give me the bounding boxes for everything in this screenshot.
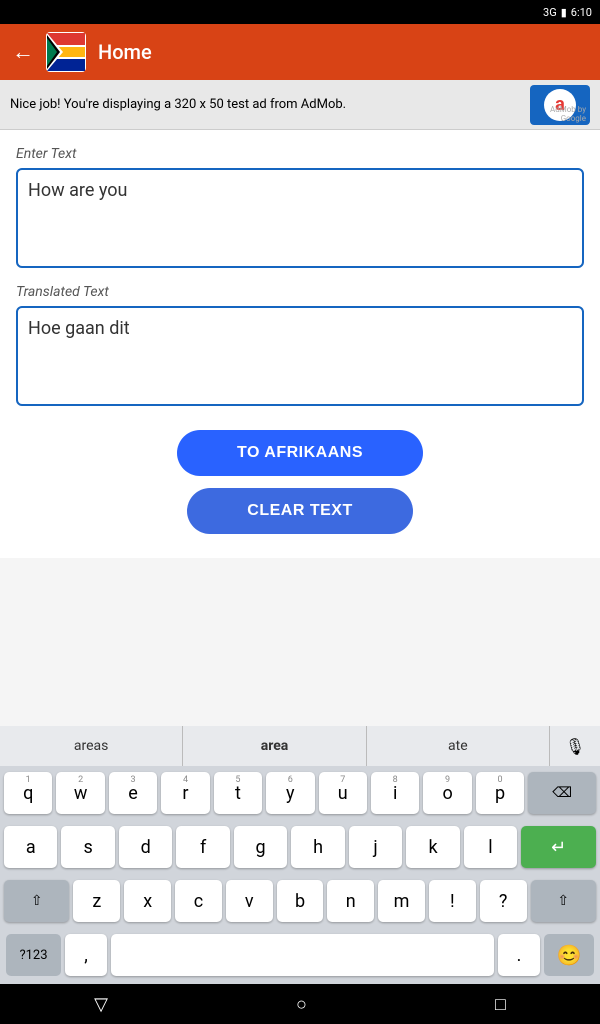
period-key[interactable]: . — [498, 934, 540, 976]
keyboard: areas area ate 🎙 1q 2w 3e 4r 5t 6y 7u 8i… — [0, 726, 600, 984]
flag-icon — [46, 32, 86, 72]
emoji-key[interactable]: 😊 — [544, 934, 594, 976]
backspace-key[interactable]: ⌫ — [528, 772, 596, 814]
translate-button[interactable]: TO AFRIKAANS — [177, 430, 423, 476]
bottom-nav: ▽ ○ □ — [0, 984, 600, 1024]
key-f[interactable]: f — [176, 826, 229, 868]
ad-title-text: Nice job! You're displaying a 320 x 50 t… — [10, 97, 530, 112]
ad-by-google: AdMob by Google — [530, 105, 586, 123]
page-title: Home — [98, 40, 152, 64]
nav-recent-icon[interactable]: □ — [495, 994, 506, 1015]
key-r[interactable]: 4r — [161, 772, 209, 814]
key-e[interactable]: 3e — [109, 772, 157, 814]
input-text-box[interactable]: How are you — [16, 168, 584, 268]
key-s[interactable]: s — [61, 826, 114, 868]
key-g[interactable]: g — [234, 826, 287, 868]
status-bar: 3G ▮ 6:10 — [0, 0, 600, 24]
key-o[interactable]: 9o — [423, 772, 471, 814]
key-n[interactable]: n — [327, 880, 374, 922]
signal-indicator: 3G — [543, 6, 557, 19]
ad-logo: a AdMob by Google — [530, 85, 590, 125]
mic-icon[interactable]: 🎙 — [550, 737, 600, 756]
key-u[interactable]: 7u — [319, 772, 367, 814]
translated-text-label: Translated Text — [16, 284, 584, 300]
key-z[interactable]: z — [73, 880, 120, 922]
key-q[interactable]: 1q — [4, 772, 52, 814]
ad-text: Nice job! You're displaying a 320 x 50 t… — [10, 97, 530, 112]
key-k[interactable]: k — [406, 826, 459, 868]
suggestion-ate[interactable]: ate — [367, 726, 550, 766]
key-p[interactable]: 0p — [476, 772, 524, 814]
key-m[interactable]: m — [378, 880, 425, 922]
key-y[interactable]: 6y — [266, 772, 314, 814]
key-exclamation[interactable]: ! — [429, 880, 476, 922]
key-t[interactable]: 5t — [214, 772, 262, 814]
space-row: ?123 , . 😊 — [0, 928, 600, 984]
key-j[interactable]: j — [349, 826, 402, 868]
key-h[interactable]: h — [291, 826, 344, 868]
key-question[interactable]: ? — [480, 880, 527, 922]
key-v[interactable]: v — [226, 880, 273, 922]
time-display: 6:10 — [571, 6, 592, 19]
enter-text-label: Enter Text — [16, 146, 584, 162]
battery-icon: ▮ — [561, 6, 567, 19]
middle-row: a s d f g h j k l ↵ — [0, 820, 600, 874]
key-i[interactable]: 8i — [371, 772, 419, 814]
key-w[interactable]: 2w — [56, 772, 104, 814]
nav-home-icon[interactable]: ○ — [296, 994, 307, 1015]
bottom-letter-row: ⇧ z x c v b n m ! ? ⇧ — [0, 874, 600, 928]
suggestion-areas[interactable]: areas — [0, 726, 183, 766]
main-content: Enter Text How are you Translated Text H… — [0, 130, 600, 558]
nav-back-icon[interactable]: ▽ — [94, 994, 108, 1015]
shift-key-left[interactable]: ⇧ — [4, 880, 69, 922]
comma-key[interactable]: , — [65, 934, 107, 976]
key-a[interactable]: a — [4, 826, 57, 868]
key-x[interactable]: x — [124, 880, 171, 922]
action-buttons: TO AFRIKAANS CLEAR TEXT — [16, 422, 584, 542]
clear-text-button[interactable]: CLEAR TEXT — [187, 488, 412, 534]
ad-banner: Nice job! You're displaying a 320 x 50 t… — [0, 80, 600, 130]
translated-text-box: Hoe gaan dit — [16, 306, 584, 406]
shift-key-right[interactable]: ⇧ — [531, 880, 596, 922]
key-c[interactable]: c — [175, 880, 222, 922]
number-row: 1q 2w 3e 4r 5t 6y 7u 8i 9o 0p ⌫ — [0, 766, 600, 820]
key-d[interactable]: d — [119, 826, 172, 868]
return-key[interactable]: ↵ — [521, 826, 596, 868]
back-button[interactable]: ← — [12, 39, 34, 65]
suggestions-row: areas area ate 🎙 — [0, 726, 600, 766]
top-bar: ← Home — [0, 24, 600, 80]
key-l[interactable]: l — [464, 826, 517, 868]
symbols-key[interactable]: ?123 — [6, 934, 61, 976]
suggestion-area[interactable]: area — [183, 726, 366, 766]
space-key[interactable] — [111, 934, 494, 976]
key-b[interactable]: b — [277, 880, 324, 922]
